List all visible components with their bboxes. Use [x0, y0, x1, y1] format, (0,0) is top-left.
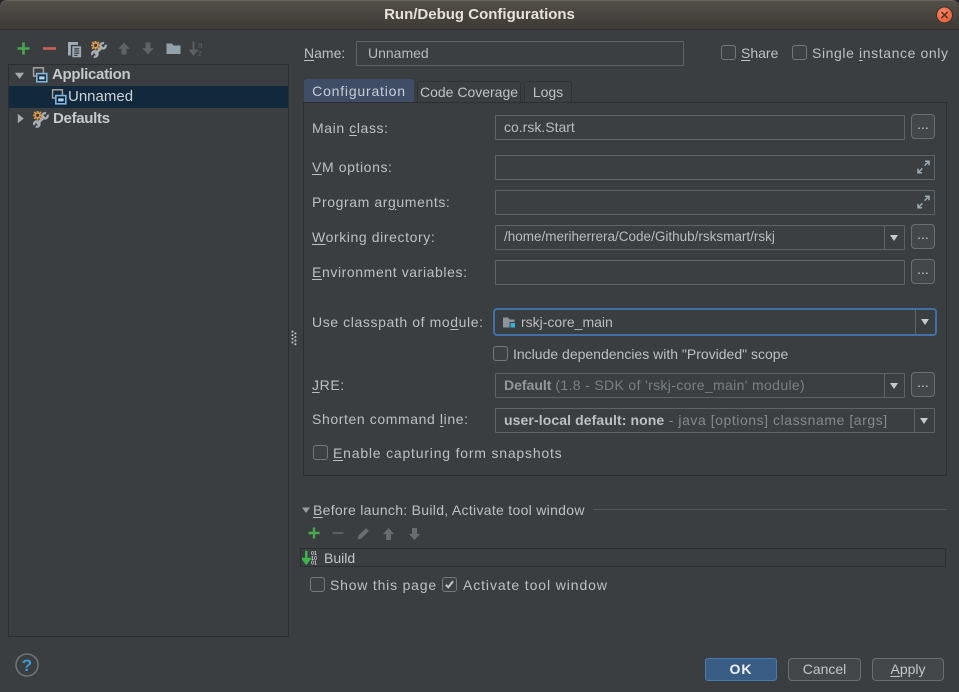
- svg-text:?: ?: [22, 656, 32, 675]
- svg-text:01: 01: [311, 561, 317, 566]
- svg-text:z: z: [198, 49, 202, 57]
